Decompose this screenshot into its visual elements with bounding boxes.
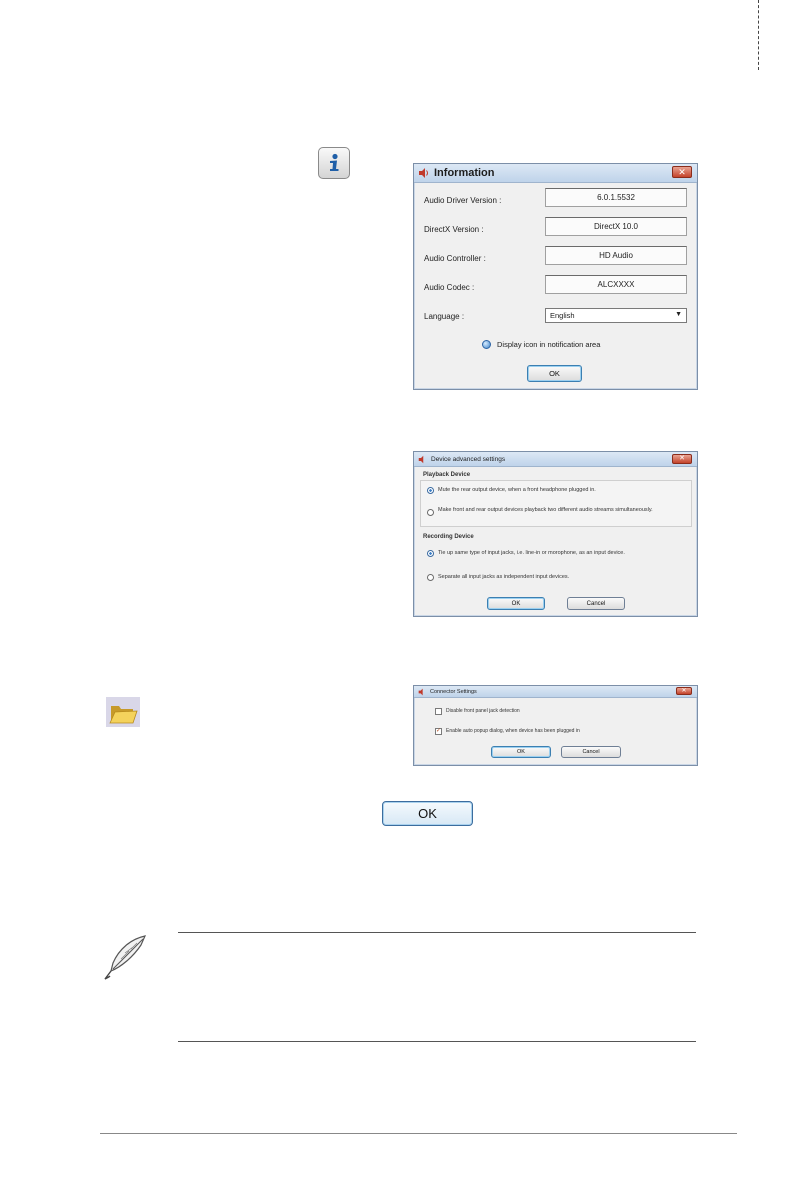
close-button[interactable]: ✕ — [672, 454, 692, 464]
information-dialog: Information ✕ Audio Driver Version : 6.0… — [413, 163, 698, 390]
playback-option-1-radio[interactable] — [427, 487, 434, 494]
audio-driver-value: 6.0.1.5532 — [545, 188, 687, 207]
device-advanced-settings-dialog: Device advanced settings ✕ Playback Devi… — [413, 451, 698, 617]
playback-option-2-radio[interactable] — [427, 509, 434, 516]
audio-controller-label: Audio Controller : — [424, 254, 486, 263]
recording-option-1-label: Tie up same type of input jacks, i.e. li… — [438, 550, 625, 556]
ok-button[interactable]: OK — [491, 746, 551, 758]
folder-button[interactable] — [106, 697, 140, 727]
folder-icon — [109, 706, 138, 724]
notification-label: Display icon in notification area — [497, 340, 601, 349]
dialog-titlebar: Device advanced settings ✕ — [414, 452, 697, 467]
playback-heading: Playback Device — [423, 472, 471, 478]
speaker-icon — [418, 688, 423, 695]
ok-button[interactable]: OK — [487, 597, 545, 610]
directx-label: DirectX Version : — [424, 225, 484, 234]
recording-option-2-label: Separate all input jacks as independent … — [438, 574, 570, 580]
language-label: Language : — [424, 312, 465, 321]
speaker-icon — [418, 455, 424, 463]
close-button[interactable]: ✕ — [672, 166, 692, 178]
cancel-button[interactable]: Cancel — [561, 746, 621, 758]
front-panel-checkbox[interactable] — [435, 708, 442, 715]
close-button[interactable]: ✕ — [676, 687, 692, 695]
info-button[interactable] — [318, 147, 350, 179]
directx-value: DirectX 10.0 — [545, 217, 687, 236]
dialog-title: Connector Settings — [430, 688, 477, 695]
connector-settings-dialog: Connector Settings ✕ Disable front panel… — [413, 685, 698, 766]
dialog-titlebar: Information ✕ — [414, 164, 697, 183]
note-bottom-rule — [178, 1041, 696, 1042]
notification-icon — [482, 340, 491, 349]
notification-toggle[interactable]: Display icon in notification area — [482, 340, 600, 349]
auto-popup-checkbox[interactable]: ✓ — [435, 728, 442, 735]
note-feather-icon — [101, 933, 153, 983]
dialog-title: Information — [434, 167, 495, 179]
cancel-button[interactable]: Cancel — [567, 597, 625, 610]
audio-codec-value: ALCXXXX — [545, 275, 687, 294]
info-icon — [330, 153, 339, 171]
recording-option-2-radio[interactable] — [427, 574, 434, 581]
language-value: English — [550, 311, 575, 320]
playback-option-2-label: Make front and rear output devices playb… — [438, 507, 653, 513]
cut-guide-line — [758, 0, 759, 70]
audio-controller-value: HD Audio — [545, 246, 687, 265]
ok-button-large[interactable]: OK — [382, 801, 473, 826]
recording-heading: Recording Device — [423, 534, 474, 540]
note-top-rule — [178, 932, 696, 933]
speaker-icon — [419, 168, 428, 178]
auto-popup-label: Enable auto popup dialog, when device ha… — [446, 728, 580, 734]
playback-option-1-label: Mute the rear output device, when a fron… — [438, 487, 596, 493]
language-select[interactable]: English ▼ — [545, 308, 687, 323]
ok-button[interactable]: OK — [527, 365, 582, 382]
recording-option-1-radio[interactable] — [427, 550, 434, 557]
audio-codec-label: Audio Codec : — [424, 283, 475, 292]
dialog-title: Device advanced settings — [431, 455, 506, 463]
footer-rule — [100, 1133, 737, 1134]
dialog-titlebar: Connector Settings ✕ — [414, 686, 697, 698]
dropdown-arrow-icon: ▼ — [675, 311, 682, 318]
audio-driver-label: Audio Driver Version : — [424, 196, 502, 205]
front-panel-label: Disable front panel jack detection — [446, 708, 520, 714]
